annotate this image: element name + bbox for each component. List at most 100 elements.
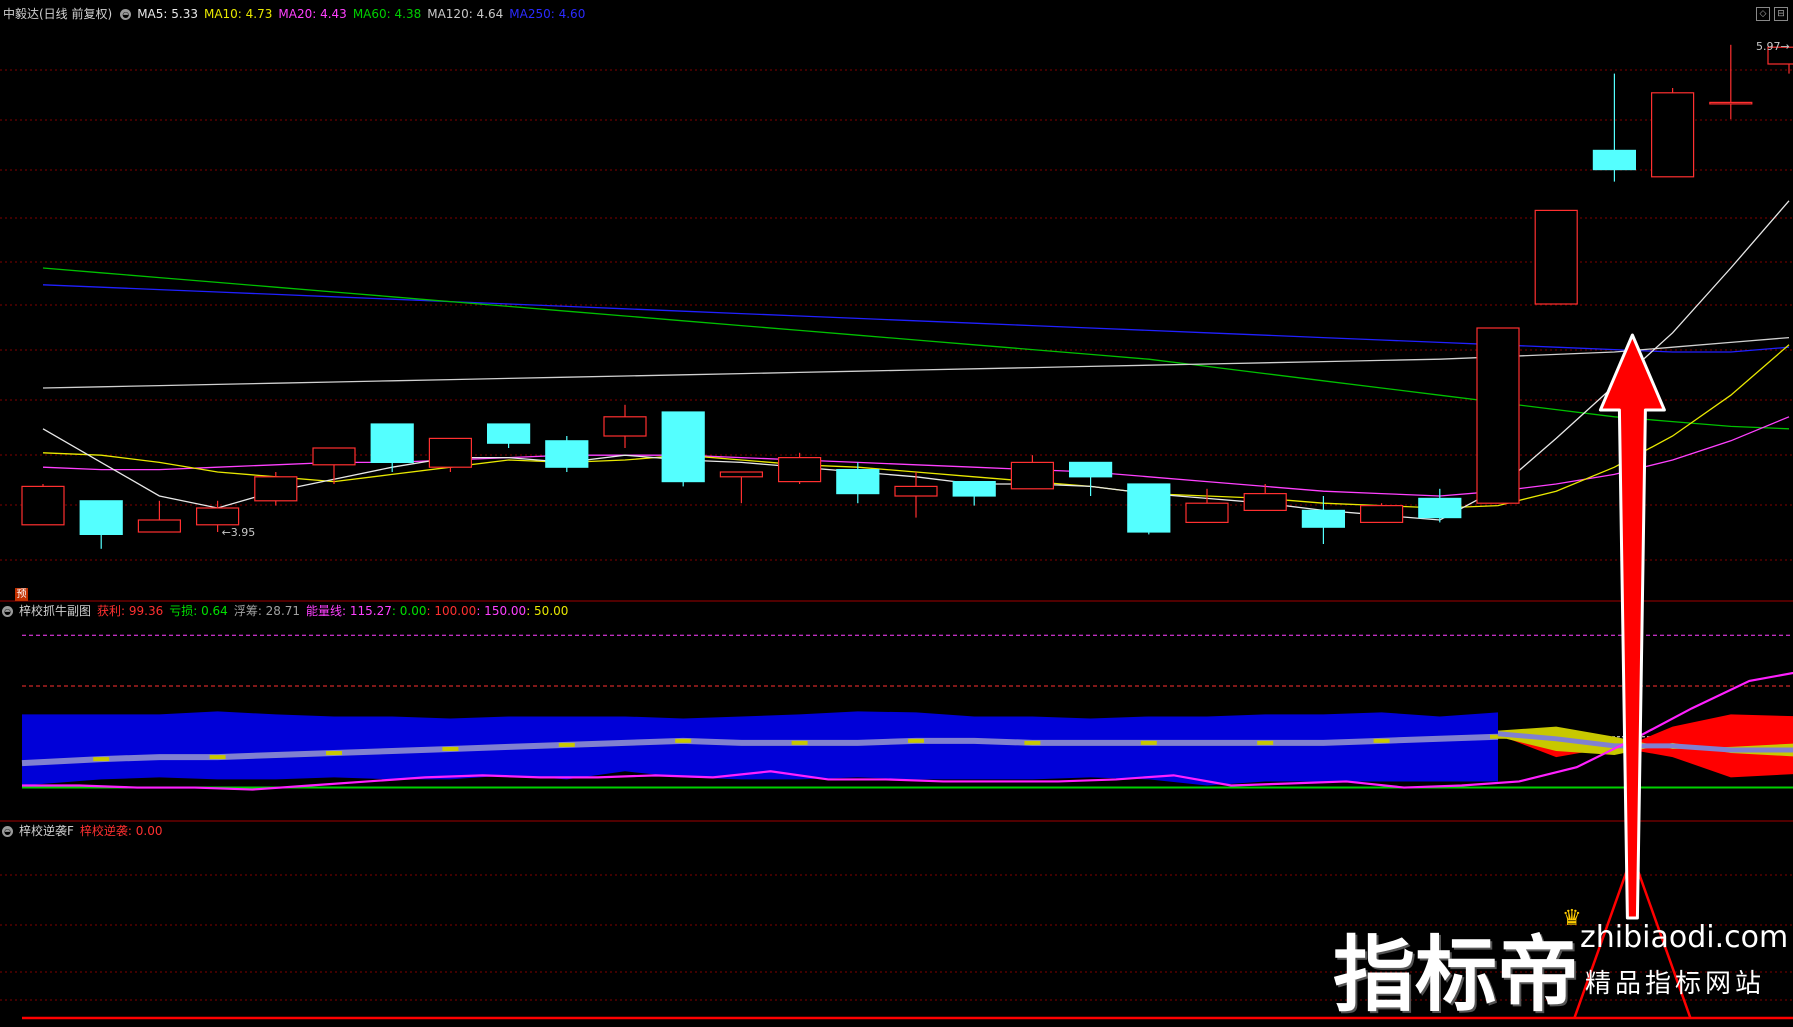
yellow-mark xyxy=(558,742,575,747)
arrow-shape xyxy=(1598,333,1666,920)
yellow-mark xyxy=(791,740,808,745)
candle xyxy=(428,437,472,472)
candle-body xyxy=(719,471,764,478)
candle-body xyxy=(1010,461,1055,490)
sub1-title: 梓校抓牛副图 xyxy=(19,604,92,618)
candle-body xyxy=(1185,502,1229,524)
candle-body xyxy=(661,411,705,483)
ref-value-100: : 100.00 xyxy=(426,604,477,618)
candle xyxy=(661,411,705,487)
yellow-mark xyxy=(326,751,342,756)
ma10-value: MA10: 4.73 xyxy=(203,7,273,21)
candle-body xyxy=(545,440,589,468)
candle xyxy=(137,500,181,533)
candle-body xyxy=(1068,461,1113,478)
ref-value-150: : 150.00 xyxy=(476,604,527,618)
candle xyxy=(1476,327,1520,504)
sub1-toggle-icon[interactable]: ◒ xyxy=(2,605,13,617)
candle xyxy=(79,500,123,549)
candle-body xyxy=(1359,505,1404,524)
candle xyxy=(1068,461,1113,496)
candle xyxy=(487,423,531,448)
sub1-header: ◒ 梓校抓牛副图 获利: 99.36 亏损: 0.64 浮筹: 28.71 能量… xyxy=(0,603,574,619)
stock-chart: ←3.95 5.97→ xyxy=(0,40,1793,1020)
candle xyxy=(1127,483,1171,535)
float-value: 浮筹: 28.71 xyxy=(233,604,301,618)
yellow-mark xyxy=(209,755,226,760)
candle-body xyxy=(1301,509,1346,528)
yellow-mark xyxy=(1140,740,1157,745)
candle-body xyxy=(836,469,880,495)
crown-icon: ♛ xyxy=(1562,906,1582,931)
yellow-mark xyxy=(1373,738,1390,743)
candle-body xyxy=(1476,327,1520,504)
candle-body xyxy=(1534,209,1578,305)
candle-body xyxy=(777,457,822,483)
watermark-brand: 指标帝 xyxy=(1333,928,1580,1023)
candlesticks xyxy=(21,44,1793,549)
candle xyxy=(254,472,298,506)
candle xyxy=(1592,73,1637,182)
yellow-mark xyxy=(1024,740,1041,745)
ma60-line xyxy=(42,267,1790,430)
ma120-line xyxy=(42,336,1790,389)
candle xyxy=(21,484,65,526)
candle-body xyxy=(1243,493,1287,512)
loss-value: 亏损: 0.64 xyxy=(169,604,228,618)
profit-value: 获利: 99.36 xyxy=(97,604,164,618)
ref-value-0: : 0.00 xyxy=(391,604,427,618)
indicator-toggle-icon[interactable]: ◒ xyxy=(120,8,132,20)
candle xyxy=(312,447,356,484)
sub-chart-bull-indicator xyxy=(21,634,1793,791)
ma60-value: MA60: 4.38 xyxy=(352,7,422,21)
sub2-toggle-icon[interactable]: ◒ xyxy=(2,825,13,837)
candle-body xyxy=(1592,149,1637,171)
yellow-mark xyxy=(442,746,459,751)
low-price-label: ←3.95 xyxy=(222,526,256,539)
candle-body xyxy=(196,507,240,526)
main-chart-header: 中毅达(日线 前复权) ◒ MA5: 5.33 MA10: 4.73 MA20:… xyxy=(0,6,591,22)
ma250-line xyxy=(42,284,1790,353)
candle xyxy=(1185,488,1229,524)
settings-icon[interactable]: ◇ xyxy=(1756,7,1770,21)
candle xyxy=(777,452,822,484)
candle-body xyxy=(370,423,414,464)
stock-title: 中毅达(日线 前复权) xyxy=(3,7,113,21)
ma120-value: MA120: 4.64 xyxy=(427,7,504,21)
candle-body xyxy=(428,437,472,468)
sub2-title: 梓校逆袭F xyxy=(19,824,74,838)
candle xyxy=(1418,488,1462,523)
candle xyxy=(1709,44,1753,120)
candle-body xyxy=(1709,101,1753,105)
candle xyxy=(1359,503,1404,524)
candle-body xyxy=(79,500,123,535)
ref-value-50: : 50.00 xyxy=(526,604,569,618)
candle-body xyxy=(952,481,996,497)
chart-grid xyxy=(0,69,1793,1001)
ma250-value: MA250: 4.60 xyxy=(509,7,586,21)
maximize-icon[interactable]: ⊟ xyxy=(1774,7,1788,21)
candle-body xyxy=(21,485,65,526)
candle-body xyxy=(254,476,298,502)
yellow-mark xyxy=(1257,740,1274,745)
ma20-value: MA20: 4.43 xyxy=(278,7,347,21)
yellow-mark xyxy=(908,738,924,743)
candle-body xyxy=(487,423,531,444)
candle xyxy=(1534,209,1578,305)
candle xyxy=(1650,88,1695,178)
watermark-tagline: 精品指标网站 xyxy=(1585,969,1766,999)
candle-body xyxy=(1418,497,1462,519)
candle-body xyxy=(1650,92,1695,178)
candle-body xyxy=(894,485,938,497)
watermark-domain: zhibiaodi.com xyxy=(1580,920,1789,955)
yellow-mark xyxy=(675,738,692,743)
sub2-header: ◒ 梓校逆袭F 梓校逆袭: 0.00 xyxy=(0,823,168,839)
yellow-mark xyxy=(93,757,110,762)
candle xyxy=(603,404,647,448)
candle-body xyxy=(137,519,181,533)
ma5-value: MA5: 5.33 xyxy=(137,7,198,21)
high-price-label: 5.97→ xyxy=(1756,40,1790,53)
candle xyxy=(1010,455,1055,490)
forecast-badge: 预 xyxy=(15,588,28,601)
candle xyxy=(545,436,589,472)
